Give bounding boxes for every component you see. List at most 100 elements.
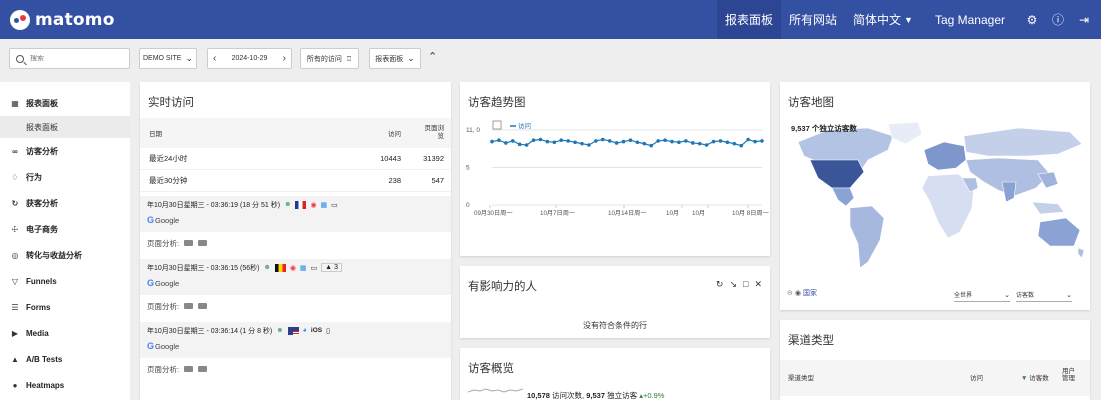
sidebar-subitem-dashboard[interactable]: 报表面板 [0,116,130,138]
nav-all-websites[interactable]: 所有网站 [781,0,845,39]
y-tick-label: 11, 0 [466,127,480,134]
maximize-icon[interactable]: □ [743,279,748,290]
visitor-profile-icon[interactable]: ☻ [284,201,291,208]
site-name: DEMO SITE [142,55,182,62]
zoom-out-icon[interactable]: ⊖ [787,289,793,297]
data-point [497,138,501,143]
widget-title: 实时访问 [148,97,194,109]
segment-selector[interactable]: 所有的访问 ♖ [300,48,359,69]
data-point [725,140,730,145]
chevron-down-icon: ⌄ [1004,291,1010,299]
sidebar-item-funnels[interactable]: ▽ Funnels [0,268,130,294]
sparkline [468,388,523,393]
date-selector[interactable]: ‹ 2024-10-29 › [207,48,292,69]
desktop-icon: ▭ [310,264,318,272]
collapse-icon[interactable]: ⌃ [428,50,437,63]
summary-change: +0.9% [642,391,665,400]
close-icon[interactable]: ✕ [754,279,762,290]
col-visits[interactable]: 访问 [970,372,983,382]
dashboard-label: 报表面板 [375,55,404,63]
visitor-profile-icon[interactable]: ☻ [276,327,283,334]
refresh-icon[interactable]: ↻ [716,279,724,290]
data-point [545,139,550,144]
world-map[interactable] [788,122,1088,272]
site-selector[interactable]: DEMO SITE ⌄ [139,48,197,69]
visit-item[interactable]: 年10月30日星期三 - 03:36:14 (1 分 8 秒) ☻ ◕ iOS … [140,322,451,381]
referrer-name: Google [155,278,180,288]
matomo-logo[interactable]: matomo [10,0,115,39]
data-point [538,137,543,142]
folder-icon [198,366,208,372]
sidebar-item-dashboard[interactable]: ▦ 报表面板 [0,90,130,116]
visit-time: 年10月30日星期三 - 03:36:14 (1 分 8 秒) [147,327,273,335]
gear-icon[interactable]: ⚙ [1019,0,1045,39]
visit-item[interactable]: 年10月30日星期三 - 03:36:15 (56秒) ☻ ◉ ▦ ▭ ▲ 3 … [140,259,451,318]
controls-row: DEMO SITE⌄ ‹ 2024-10-29 › 所有的访问♖ 报表面板⌄ ⌃ [0,48,1101,70]
sidebar-item-goals[interactable]: ◎ 转化与收益分析 [0,242,130,268]
sidebar-item-behaviour[interactable]: ♢ 行为 [0,164,130,190]
data-point [580,141,584,146]
data-point [704,143,709,147]
visitor-profile-icon[interactable]: ☻ [263,264,270,271]
metric-select-value: 访客数 [1016,293,1035,299]
smartphone-icon: ▯ [326,327,330,335]
sidebar-item-label: 获客分析 [26,198,58,208]
flag-us-icon [287,326,299,335]
folder-icon [184,240,194,246]
col-visitors[interactable]: ▼ 访客数 [1021,372,1049,382]
info-icon[interactable]: ⓘ [1045,0,1071,39]
sidebar-item-heatmaps[interactable]: ● Heatmaps [0,372,130,398]
sidebar-item-acquisition[interactable]: ↻ 获客分析 [0,190,130,216]
visit-time: 年10月30日星期三 - 03:36:15 (56秒) [147,264,260,272]
funnel-icon: ▽ [11,276,19,286]
google-icon: G [147,215,155,225]
dashboard-selector[interactable]: 报表面板 ⌄ [369,48,421,69]
flask-icon: ▲ [11,354,19,364]
prev-period-icon[interactable]: ‹ [213,53,216,64]
metric-select[interactable]: 访客数 ⌄ [1016,288,1072,302]
sidebar-item-abtests[interactable]: ▲ A/B Tests [0,346,130,372]
logout-icon[interactable]: ⇥ [1071,0,1097,39]
nav-dashboard[interactable]: 报表面板 [716,0,781,39]
visit-item[interactable]: 年10月30日星期三 - 03:36:19 (18 分 51 秒) ☻ ◉ ▦ … [140,196,451,255]
sidebar-item-visitors[interactable]: ∞ 访客分析 [0,138,130,164]
nav-tag-manager[interactable]: Tag Manager [921,0,1019,39]
segment-icon: ♖ [345,55,353,63]
data-point [670,139,674,144]
sidebar: ▦ 报表面板 报表面板 ∞ 访客分析 ♢ 行为 ↻ 获客分析 ☩ 电子商务 ◎ 转化与收益分… [0,82,130,400]
matomo-logo-icon [10,9,30,30]
widget-title: 访客地图 [788,97,834,109]
form-icon: ☰ [11,302,19,312]
col-visits: 访问 [388,131,401,138]
sidebar-item-label: 报表面板 [26,98,58,108]
summary-unique-label: 独立访客 [607,391,638,400]
data-point [573,140,577,145]
windows-icon: ▦ [299,264,307,272]
sidebar-item-ecommerce[interactable]: ☩ 电子商务 [0,216,130,242]
data-point [656,139,660,143]
trend-chart[interactable]: 11, 0 5 0 访问 09月30日周一 10月7日周一 10月14日周一 10月 10月 10… [460,118,770,256]
widget-title: 渠道类型 [788,335,834,347]
data-point [552,140,557,145]
minimize-icon[interactable]: ↘ [729,279,737,290]
sidebar-item-forms[interactable]: ☰ Forms [0,294,130,320]
sidebar-item-media[interactable]: ▶ Media [0,320,130,346]
data-point [510,139,515,143]
widget-title: 访客概览 [468,363,514,375]
nav-language[interactable]: 简体中文 ▼ [845,0,921,39]
search-input[interactable] [30,55,120,62]
row-visits: 238 [388,176,401,185]
col-users[interactable]: 用户管理 [1062,368,1078,382]
row-label: 最近24小时 [149,154,188,163]
data-point [607,139,612,143]
data-point [628,138,633,143]
search-box[interactable] [9,48,130,69]
visitor-map-widget: 访客地图 9,537 个独立访客数 ⊖ ◉ 国家 全世界 ⌄ 访客数 ⌄ [780,82,1090,310]
col-channel-type[interactable]: 渠道类型 [788,372,814,382]
realtime-table-header: 日期 访问 页面浏览 [140,118,451,148]
sidebar-item-label: Forms [26,302,51,312]
next-period-icon[interactable]: › [283,53,286,64]
map-country-link[interactable]: ⊖ ◉ 国家 [787,288,817,298]
data-point [760,139,764,143]
region-select[interactable]: 全世界 ⌄ [954,288,1010,302]
